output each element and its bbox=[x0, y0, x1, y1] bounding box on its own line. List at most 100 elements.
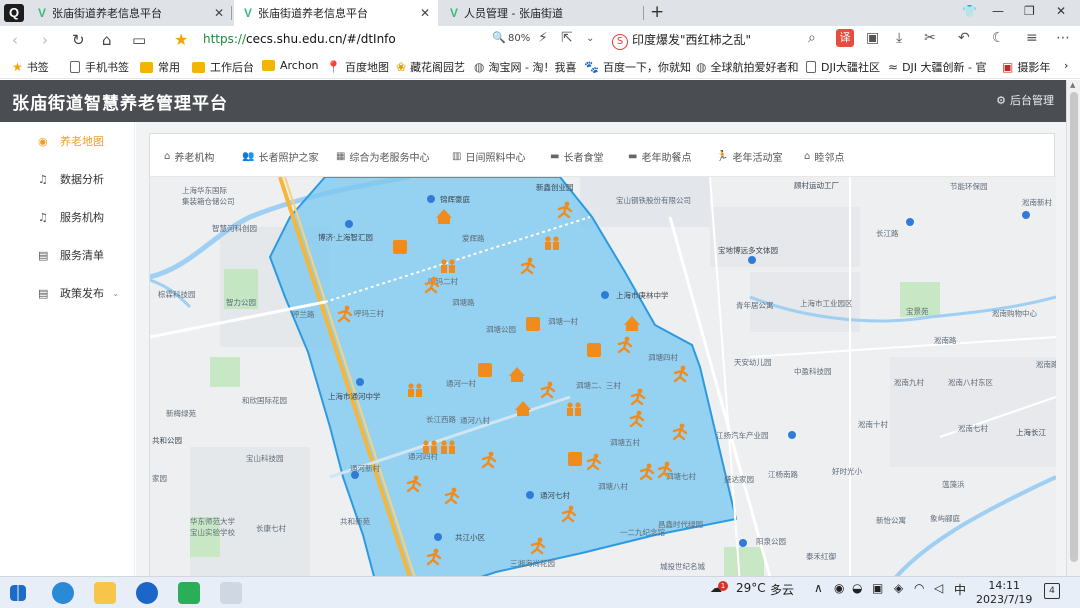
zoom-icon[interactable]: 🔍 bbox=[492, 31, 506, 44]
weather-condition[interactable]: 多云 bbox=[770, 581, 794, 598]
bookmark-item[interactable]: ★ 书签 bbox=[12, 59, 49, 75]
wechat-tray-icon[interactable]: ◒ bbox=[852, 581, 862, 595]
bookmark-item[interactable]: 常用 bbox=[140, 59, 180, 75]
reload-icon[interactable]: ↻ bbox=[72, 31, 85, 49]
browser-logo-icon[interactable]: Q bbox=[4, 4, 24, 22]
map-panel: ⌂ 养老机构 👥 长者照护之家 ▦ 综合为老服务中心 ▥ 日间照料中心 ▬ 长者食堂 ▬ 老… bbox=[149, 133, 1056, 584]
map-label: 上海华东国际 bbox=[182, 185, 227, 195]
bookmark-item[interactable]: ◍ 淘宝网 - 淘！我喜 bbox=[474, 59, 576, 75]
bookmark-item[interactable]: 工作后台 bbox=[192, 59, 254, 75]
scissors-icon[interactable]: ✂ bbox=[924, 30, 936, 46]
new-tab-button[interactable]: + bbox=[650, 2, 664, 22]
menu-icon[interactable]: ≡ bbox=[1026, 30, 1038, 46]
sidebar-item-service-list[interactable]: ▤ 服务清单 bbox=[0, 236, 135, 274]
filter-nursing-home[interactable]: ⌂ 养老机构 bbox=[164, 149, 214, 164]
forward-icon[interactable]: › bbox=[42, 31, 48, 49]
tab-2[interactable]: V 张庙街道养老信息平台 ✕ bbox=[234, 0, 438, 26]
scrollbar-thumb[interactable] bbox=[1070, 92, 1078, 562]
url-field[interactable]: https://cecs.shu.edu.cn/#/dtInfo bbox=[203, 32, 396, 46]
sidebar-item-policy[interactable]: ▤ 政策发布 ⌄ bbox=[0, 274, 135, 312]
home-icon[interactable]: ⌂ bbox=[102, 31, 112, 49]
address-bar: ‹ › ↻ ⌂ ▭ ★ https://cecs.shu.edu.cn/#/dt… bbox=[0, 26, 1080, 54]
windows-start-icon[interactable] bbox=[10, 585, 26, 601]
wechat-icon[interactable] bbox=[178, 582, 200, 604]
app-title: 张庙街道智慧养老管理平台 bbox=[12, 94, 228, 114]
edge-icon[interactable] bbox=[52, 582, 74, 604]
app-launcher-icon[interactable] bbox=[136, 582, 158, 604]
tray-app-icon-2[interactable]: ◈ bbox=[894, 581, 903, 595]
search-icon[interactable]: ⌕ bbox=[808, 30, 816, 46]
close-icon[interactable]: ✕ bbox=[214, 6, 224, 20]
scroll-up-icon[interactable]: ▲ bbox=[1070, 81, 1075, 89]
facility-canteen-marker[interactable] bbox=[587, 343, 601, 357]
bookmarks-overflow-icon[interactable]: › bbox=[1064, 59, 1068, 72]
page-scrollbar[interactable]: ▲ bbox=[1066, 80, 1080, 576]
map-canvas[interactable]: 上海华东国际 集装箱仓储公司 智慧河科创园 棕霖科技园 智力公园 呼兰路 和欣国… bbox=[150, 177, 1056, 584]
night-mode-icon[interactable]: ☾ bbox=[992, 30, 1005, 46]
reader-icon[interactable]: ▭ bbox=[132, 31, 146, 49]
sidebar-item-data-analysis[interactable]: ♫ 数据分析 bbox=[0, 160, 135, 198]
chevron-up-icon[interactable]: ∧ bbox=[814, 581, 823, 595]
close-icon[interactable]: ✕ bbox=[420, 6, 430, 20]
undo-icon[interactable]: ↶ bbox=[958, 30, 970, 46]
restore-icon[interactable]: ❐ bbox=[1024, 4, 1035, 18]
share-icon[interactable]: ⇱ bbox=[561, 30, 573, 46]
map-label: 淞南新村 bbox=[1022, 197, 1052, 207]
facility-canteen-marker[interactable] bbox=[568, 452, 582, 466]
temperature[interactable]: 29°C bbox=[736, 581, 766, 595]
bookmark-item[interactable]: ◍ 全球航拍爱好者和 bbox=[696, 59, 798, 75]
file-explorer-icon[interactable] bbox=[94, 582, 116, 604]
volume-icon[interactable]: ◁ bbox=[934, 581, 943, 595]
quark-browser-icon[interactable] bbox=[220, 582, 242, 604]
shirt-icon[interactable]: 👕 bbox=[962, 4, 977, 18]
admin-link[interactable]: ⚙ 后台管理 bbox=[996, 92, 1054, 108]
extension-icon[interactable]: ▣ bbox=[866, 30, 879, 46]
map-label: 和欣国际花园 bbox=[242, 395, 287, 405]
facility-canteen-marker[interactable] bbox=[478, 363, 492, 377]
facility-canteen-marker[interactable] bbox=[526, 317, 540, 331]
filter-care-home[interactable]: 👥 长者照护之家 bbox=[242, 149, 318, 164]
bookmark-item[interactable]: DJI大疆社区 bbox=[806, 59, 880, 75]
filter-label: 综合为老服务中心 bbox=[349, 153, 430, 164]
record-icon[interactable]: ◉ bbox=[834, 581, 844, 595]
bookmark-item[interactable]: ▣ 摄影年 bbox=[1002, 59, 1050, 75]
bookmark-item[interactable]: 📍 百度地图 bbox=[326, 59, 389, 75]
bookmark-item[interactable]: Archon bbox=[262, 59, 319, 72]
filter-canteen[interactable]: ▬ 长者食堂 bbox=[550, 149, 603, 164]
translate-icon[interactable]: 译 bbox=[836, 29, 854, 47]
notification-center-icon[interactable]: 4 bbox=[1044, 583, 1060, 599]
filter-activity-room[interactable]: 🏃 老年活动室 bbox=[716, 149, 782, 164]
bookmark-item[interactable]: 手机书签 bbox=[70, 59, 129, 75]
sidebar-item-elderly-map[interactable]: ◉ 养老地图 bbox=[0, 122, 135, 160]
ime-indicator[interactable]: 中 bbox=[954, 581, 966, 598]
zoom-level[interactable]: 80% bbox=[508, 33, 530, 44]
map-label: 三湘海尚花园 bbox=[510, 558, 555, 568]
tray-app-icon[interactable]: ▣ bbox=[872, 581, 883, 595]
elderly-care-map[interactable]: 上海华东国际 集装箱仓储公司 智慧河科创园 棕霖科技园 智力公园 呼兰路 和欣国… bbox=[150, 177, 1056, 584]
map-label: 一二九纪念馆 bbox=[620, 527, 665, 537]
news-ticker[interactable]: S 印度爆发"西红柿之乱" bbox=[612, 31, 751, 50]
filter-service-center[interactable]: ▦ 综合为老服务中心 bbox=[336, 149, 429, 164]
sidebar-item-service-orgs[interactable]: ♫ 服务机构 bbox=[0, 198, 135, 236]
filter-meal-point[interactable]: ▬ 老年助餐点 bbox=[628, 149, 691, 164]
close-window-icon[interactable]: ✕ bbox=[1056, 4, 1066, 18]
map-label: 淞南路 bbox=[1036, 359, 1056, 369]
lightning-icon[interactable]: ⚡ bbox=[538, 30, 548, 46]
filter-day-care[interactable]: ▥ 日间照料中心 bbox=[452, 149, 525, 164]
tab-3[interactable]: V 人员管理 - 张庙街道 bbox=[440, 0, 644, 26]
minimize-icon[interactable]: — bbox=[992, 4, 1004, 18]
bookmark-item[interactable]: ❀ 藏花阁园艺 bbox=[396, 59, 465, 75]
back-icon[interactable]: ‹ bbox=[12, 31, 18, 49]
bookmark-item[interactable]: 🐾 百度一下，你就知 bbox=[584, 59, 691, 75]
tab-1[interactable]: V 张庙街道养老信息平台 ✕ bbox=[28, 0, 232, 26]
download-icon[interactable]: ⤓ bbox=[896, 30, 902, 46]
bookmark-item[interactable]: ≈ DJI 大疆创新 - 官 bbox=[888, 59, 986, 75]
more-icon[interactable]: ⋯ bbox=[1056, 30, 1070, 46]
facility-canteen-marker[interactable] bbox=[393, 240, 407, 254]
wifi-icon[interactable]: ◠ bbox=[914, 581, 924, 595]
filter-neighbor-point[interactable]: ⌂ 睦邻点 bbox=[804, 149, 844, 164]
clock[interactable]: 14:11 2023/7/19 bbox=[976, 579, 1032, 607]
chevron-down-icon[interactable]: ⌄ bbox=[586, 33, 594, 44]
map-label: 长江路 bbox=[876, 228, 899, 238]
bookmark-star-icon[interactable]: ★ bbox=[174, 30, 188, 49]
